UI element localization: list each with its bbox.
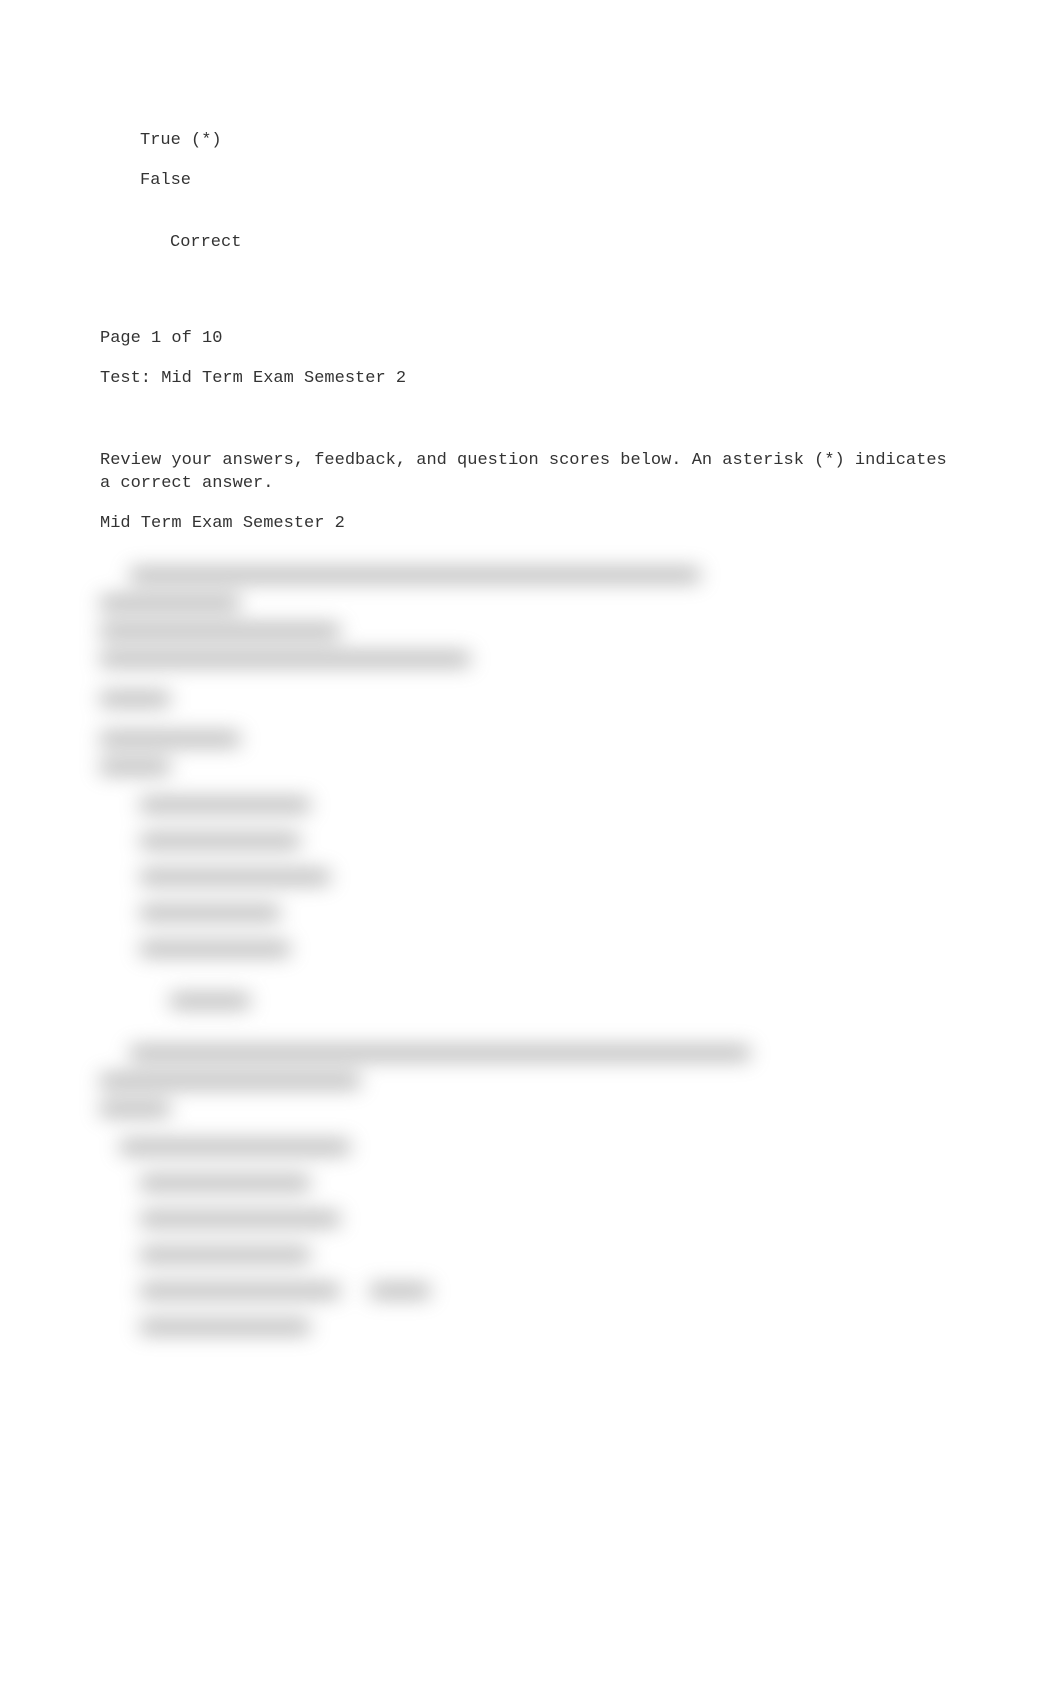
answer-true: True (*) [140, 130, 962, 152]
review-instructions: Review your answers, feedback, and quest… [100, 450, 962, 494]
answer-false: False [140, 170, 962, 192]
answer-status-correct: Correct [170, 232, 962, 254]
page-indicator: Page 1 of 10 [100, 328, 962, 350]
section-header: Mid Term Exam Semester 2 [100, 513, 962, 535]
redacted-content [100, 561, 962, 1341]
test-title: Test: Mid Term Exam Semester 2 [100, 368, 962, 390]
